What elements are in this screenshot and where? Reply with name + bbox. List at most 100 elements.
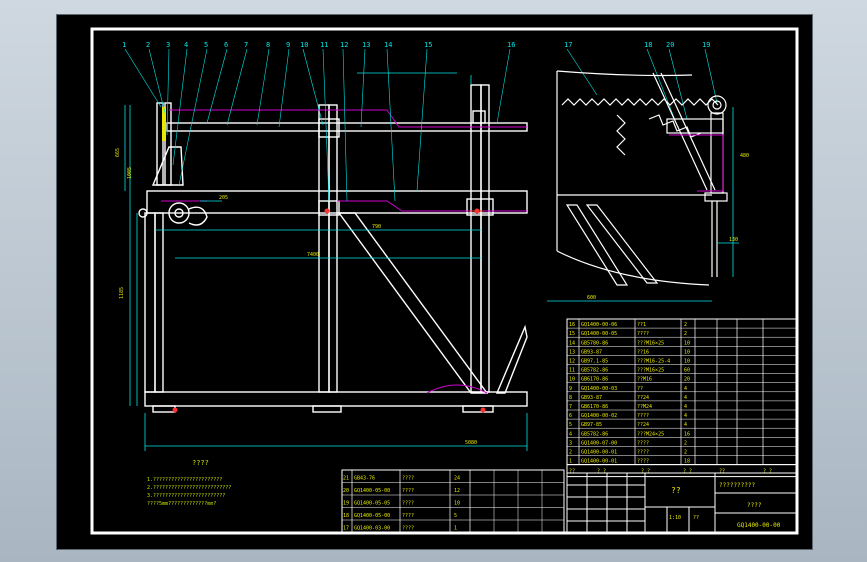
balloon-number: 13: [362, 41, 370, 49]
assembly-drawing: 1 2 3 4 5 6 7 8 9 10 11 12 13 14 15 16 17 18 20 19 5080 118…: [90, 27, 799, 535]
part-name: ??: [637, 386, 643, 392]
part-qty: 60: [684, 368, 690, 374]
lower-part-index: 19: [343, 501, 349, 507]
part-name: ???M16×25: [637, 368, 664, 374]
title-mass: ??: [693, 515, 699, 521]
detail-dimensions: [547, 107, 739, 302]
part-name: ???M24×25: [637, 431, 664, 437]
title-drawing-number: GQ1400-00-00: [737, 522, 781, 529]
lower-part-qty: 24: [454, 476, 460, 482]
part-index: 6: [569, 413, 572, 419]
requirement-line-2: 2.??????????????????????????: [147, 485, 231, 491]
balloon-leader: [206, 48, 228, 124]
hidden-lines: [161, 109, 527, 394]
balloon-number: 12: [340, 41, 348, 49]
balloon-number: 3: [166, 41, 170, 49]
part-index: 1: [569, 459, 572, 465]
balloon-number: 9: [286, 41, 290, 49]
balloon-number: 18: [644, 41, 652, 49]
balloon-leader: [256, 48, 270, 126]
part-name: ????: [637, 450, 649, 456]
lower-part-index: 20: [343, 488, 349, 494]
requirements-title: ????: [192, 459, 209, 467]
part-name: ????: [637, 459, 649, 465]
dimension-labels: 5080 1185 1005 665 7400 790 205: [115, 148, 477, 446]
part-qty: 4: [684, 422, 687, 428]
balloon-number: 6: [224, 41, 228, 49]
part-index: 7: [569, 404, 572, 410]
lower-part-name: ????: [402, 476, 414, 482]
part-qty: 10: [684, 359, 690, 365]
technical-requirements: ???? 1.??????????????????????? 2.???????…: [147, 459, 231, 507]
part-name: ????: [637, 331, 649, 337]
part-index: 10: [569, 377, 575, 383]
lower-part-code: GQ1400-03-00: [354, 526, 390, 532]
dim-detail-height: 480: [740, 153, 749, 159]
dim-post-height: 1005: [127, 167, 133, 179]
part-qty: 4: [684, 386, 687, 392]
parts-list-lower: 21 GB43-76???? 24 20 GQ1400-05-00???? 12 19 GQ1…: [341, 469, 565, 533]
yellow-bolt: [162, 107, 166, 141]
lower-part-code: GQ1400-05-00: [354, 513, 390, 519]
part-index: 16: [569, 322, 575, 328]
balloon-number: 1: [122, 41, 126, 49]
part-name: ??24: [637, 395, 649, 401]
part-qty: 2: [684, 331, 687, 337]
part-code: GQ1400-00-02: [581, 413, 617, 419]
requirement-line-1: 1.???????????????????????: [147, 477, 222, 483]
balloon-number: 10: [300, 41, 308, 49]
lower-part-name: ????: [402, 501, 414, 507]
part-code: GB97-85: [581, 422, 602, 428]
title-sheet: ????: [747, 502, 762, 509]
detail-hidden: [669, 134, 724, 192]
balloon-leader: [386, 48, 396, 202]
parts-header-cell: ??: [569, 469, 575, 475]
balloon-leader: [704, 48, 718, 104]
part-code: GB5780-86: [581, 340, 608, 346]
lower-part-code: GQ1400-05-00: [354, 488, 390, 494]
dim-top-height: 665: [115, 148, 121, 157]
part-index: 4: [569, 431, 572, 437]
part-qty: 10: [684, 340, 690, 346]
balloon-number: 20: [666, 41, 674, 49]
part-index: 8: [569, 395, 572, 401]
part-qty: 16: [684, 431, 690, 437]
dim-detail-width: 600: [587, 295, 596, 301]
cad-viewport[interactable]: 1 2 3 4 5 6 7 8 9 10 11 12 13 14 15 16 17 18 20 19 5080 118…: [56, 14, 813, 550]
part-qty: 10: [684, 349, 690, 355]
part-name: ??M24: [637, 404, 652, 410]
balloon-number: 11: [320, 41, 328, 49]
part-name: ??M16: [637, 377, 652, 383]
part-index: 11: [569, 368, 575, 374]
part-index: 15: [569, 331, 575, 337]
parts-list-header: ?? ? ? ? ? ? ??? ? ?: [566, 464, 798, 478]
part-code: GB93-87: [581, 349, 602, 355]
lower-part-code: GQ1400-05-05: [354, 501, 390, 507]
part-qty: 2: [684, 440, 687, 446]
part-index: 9: [569, 386, 572, 392]
part-index: 14: [569, 340, 575, 346]
lower-part-name: ????: [402, 488, 414, 494]
part-index: 13: [569, 349, 575, 355]
part-qty: 4: [684, 404, 687, 410]
frame-structure: [138, 84, 528, 413]
balloon-leader: [496, 48, 511, 124]
part-name: ??1: [637, 322, 646, 328]
balloon-leader: [226, 48, 248, 126]
balloon-leader: [124, 48, 162, 108]
part-qty: 18: [684, 459, 690, 465]
part-qty: 4: [684, 413, 687, 419]
outer-frame: [90, 27, 799, 535]
balloon-number: 7: [244, 41, 248, 49]
title-company: ??????????: [719, 482, 756, 489]
part-index: 12: [569, 359, 575, 365]
dim-inner-span: 7400: [307, 252, 319, 258]
part-code: GB5782-86: [581, 368, 608, 374]
detail-view: [556, 70, 728, 286]
lower-part-name: ????: [402, 513, 414, 519]
balloon-number: 15: [424, 41, 432, 49]
part-name: ????: [637, 440, 649, 446]
balloon-leader: [178, 48, 208, 186]
part-code: GB6170-86: [581, 377, 608, 383]
part-name: ??16: [637, 349, 649, 355]
